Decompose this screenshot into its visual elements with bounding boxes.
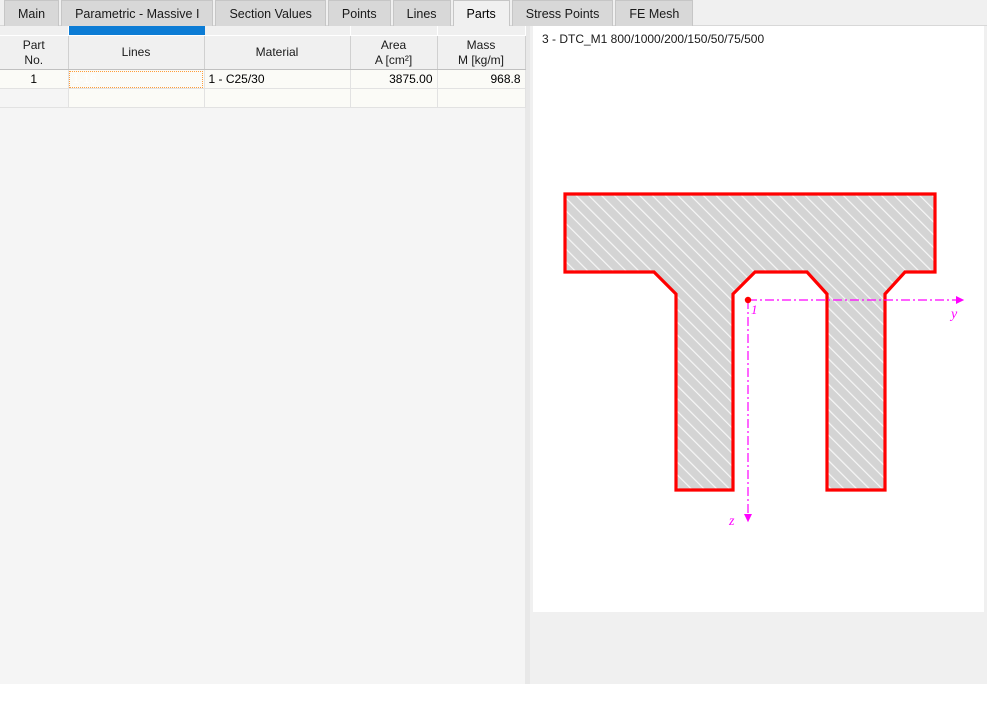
tab-label: Section Values [229,6,312,21]
cell-empty-area[interactable] [350,88,438,108]
parts-table: Part No. Lines Material Area A [cm²] Mas… [0,26,526,108]
selbar-material [204,26,351,36]
cell-area[interactable]: 3875.00 [350,69,438,89]
tab-label: Lines [406,6,437,21]
cross-section-shape [563,192,937,492]
parts-table-container: Part No. Lines Material Area A [cm²] Mas… [0,26,526,684]
tab-main[interactable]: Main [4,0,60,26]
cell-lines[interactable]: 1-16 [68,69,205,89]
table-row[interactable]: 1 1-16 1 - C25/30 3875.00 968.8 [0,69,526,89]
selbar-lines [68,26,205,36]
header-part-no-line1: Part [22,37,45,52]
column-header-lines[interactable]: Lines [68,35,205,70]
cell-material[interactable]: 1 - C25/30 [204,69,351,89]
section-viewport-pane: 3 - DTC_M1 800/1000/200/150/50/75/500 1 … [530,26,987,684]
selbar-area [350,26,438,36]
cell-empty-mass[interactable] [437,88,526,108]
tab-label: Parts [466,6,496,21]
column-header-area[interactable]: Area A [cm²] [350,35,438,70]
tab-lines[interactable]: Lines [392,0,451,26]
table-row-empty[interactable] [0,88,526,108]
tab-parts[interactable]: Parts [452,0,510,26]
tab-fe-mesh[interactable]: FE Mesh [615,0,694,26]
cell-empty-part-no[interactable] [0,88,69,108]
y-axis-label: y [949,307,958,322]
tab-label: Stress Points [525,6,600,21]
header-area-line1: Area [380,37,407,52]
tab-parametric-massive-i[interactable]: Parametric - Massive I [61,0,214,26]
section-viewport[interactable]: 3 - DTC_M1 800/1000/200/150/50/75/500 1 … [533,26,984,612]
parts-table-pane: Part No. Lines Material Area A [cm²] Mas… [0,26,530,684]
tab-strip: Main Parametric - Massive I Section Values… [0,0,987,26]
table-body: 1 1-16 1 - C25/30 3875.00 968.8 [0,69,526,108]
selbar-mass [437,26,526,36]
column-header-part-no[interactable]: Part No. [0,35,69,70]
header-area-line2: A [cm²] [374,52,413,67]
column-selection-indicator-row [0,26,526,36]
tab-stress-points[interactable]: Stress Points [511,0,614,26]
tab-points[interactable]: Points [327,0,391,26]
tab-label: Points [341,6,377,21]
tab-list: Main Parametric - Massive I Section Values… [0,0,987,26]
section-drawing: 1 y z [563,192,965,529]
column-header-material[interactable]: Material [204,35,351,70]
tab-label: Main [18,6,46,21]
cell-part-no[interactable]: 1 [0,69,69,89]
table-header-row: Part No. Lines Material Area A [cm²] Mas… [0,35,526,70]
header-mass-line2: M [kg/m] [457,52,504,67]
column-header-mass[interactable]: Mass M [kg/m] [437,35,526,70]
cell-mass[interactable]: 968.8 [437,69,526,89]
tab-section-values[interactable]: Section Values [215,0,326,26]
header-lines-line2: Lines [121,45,151,59]
tab-label: FE Mesh [629,6,680,21]
header-material-line2: Material [255,45,299,59]
selbar-part-no [0,26,69,36]
header-part-no-line2: No. [24,52,44,67]
z-axis-label: z [728,514,735,529]
cell-empty-lines[interactable] [68,88,205,108]
cell-empty-material[interactable] [204,88,351,108]
origin-label: 1 [751,302,758,317]
header-mass-line1: Mass [466,37,496,52]
tab-label: Parametric - Massive I [75,6,200,21]
